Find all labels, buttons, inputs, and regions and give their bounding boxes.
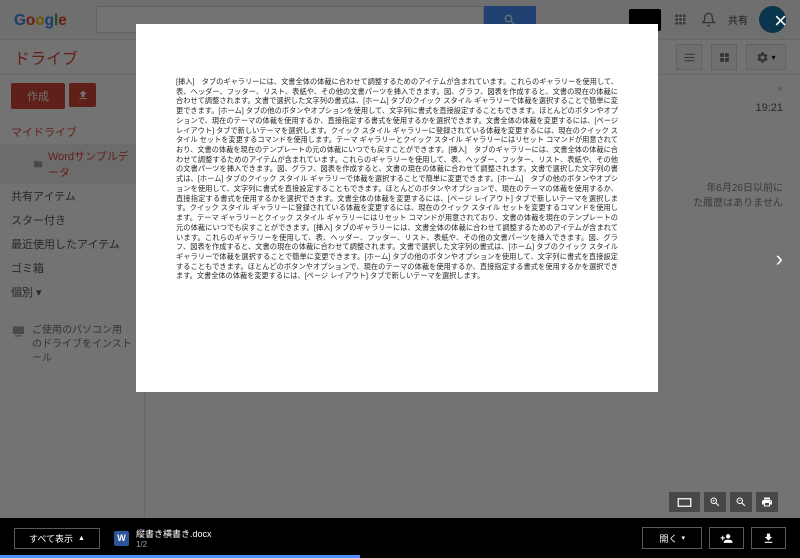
share-button[interactable] (709, 527, 744, 549)
download-button[interactable] (751, 527, 786, 549)
word-icon: W (114, 531, 129, 546)
zoom-in-icon (709, 496, 721, 508)
page-indicator: 1/2 (136, 540, 212, 549)
fit-button[interactable] (669, 492, 700, 512)
file-info: W 縦書き横書き.docx 1/2 (114, 527, 212, 549)
open-button[interactable]: 開く ▾ (642, 527, 702, 549)
zoom-in-button[interactable] (704, 492, 726, 512)
filename: 縦書き横書き.docx (136, 527, 212, 540)
all-button[interactable]: すべて表示 ▲ (14, 528, 100, 549)
next-arrow[interactable]: › (776, 246, 783, 272)
document-viewer: [挿入] タブのギャラリーには、文書全体の体裁に合わせて調整するためのアイテムが… (136, 24, 658, 392)
download-icon (762, 532, 775, 545)
bottombar: すべて表示 ▲ W 縦書き横書き.docx 1/2 開く ▾ (0, 518, 800, 558)
document-content: [挿入] タブのギャラリーには、文書全体の体裁に合わせて調整するためのアイテムが… (176, 77, 618, 281)
zoom-out-button[interactable] (730, 492, 752, 512)
add-person-icon (720, 532, 733, 545)
print-icon (761, 496, 773, 508)
fit-icon (677, 497, 692, 508)
bottom-actions: 開く ▾ (642, 527, 786, 549)
print-button[interactable] (756, 492, 778, 512)
close-button[interactable]: × (774, 8, 787, 34)
zoom-out-icon (735, 496, 747, 508)
viewer-toolbar (669, 492, 778, 512)
